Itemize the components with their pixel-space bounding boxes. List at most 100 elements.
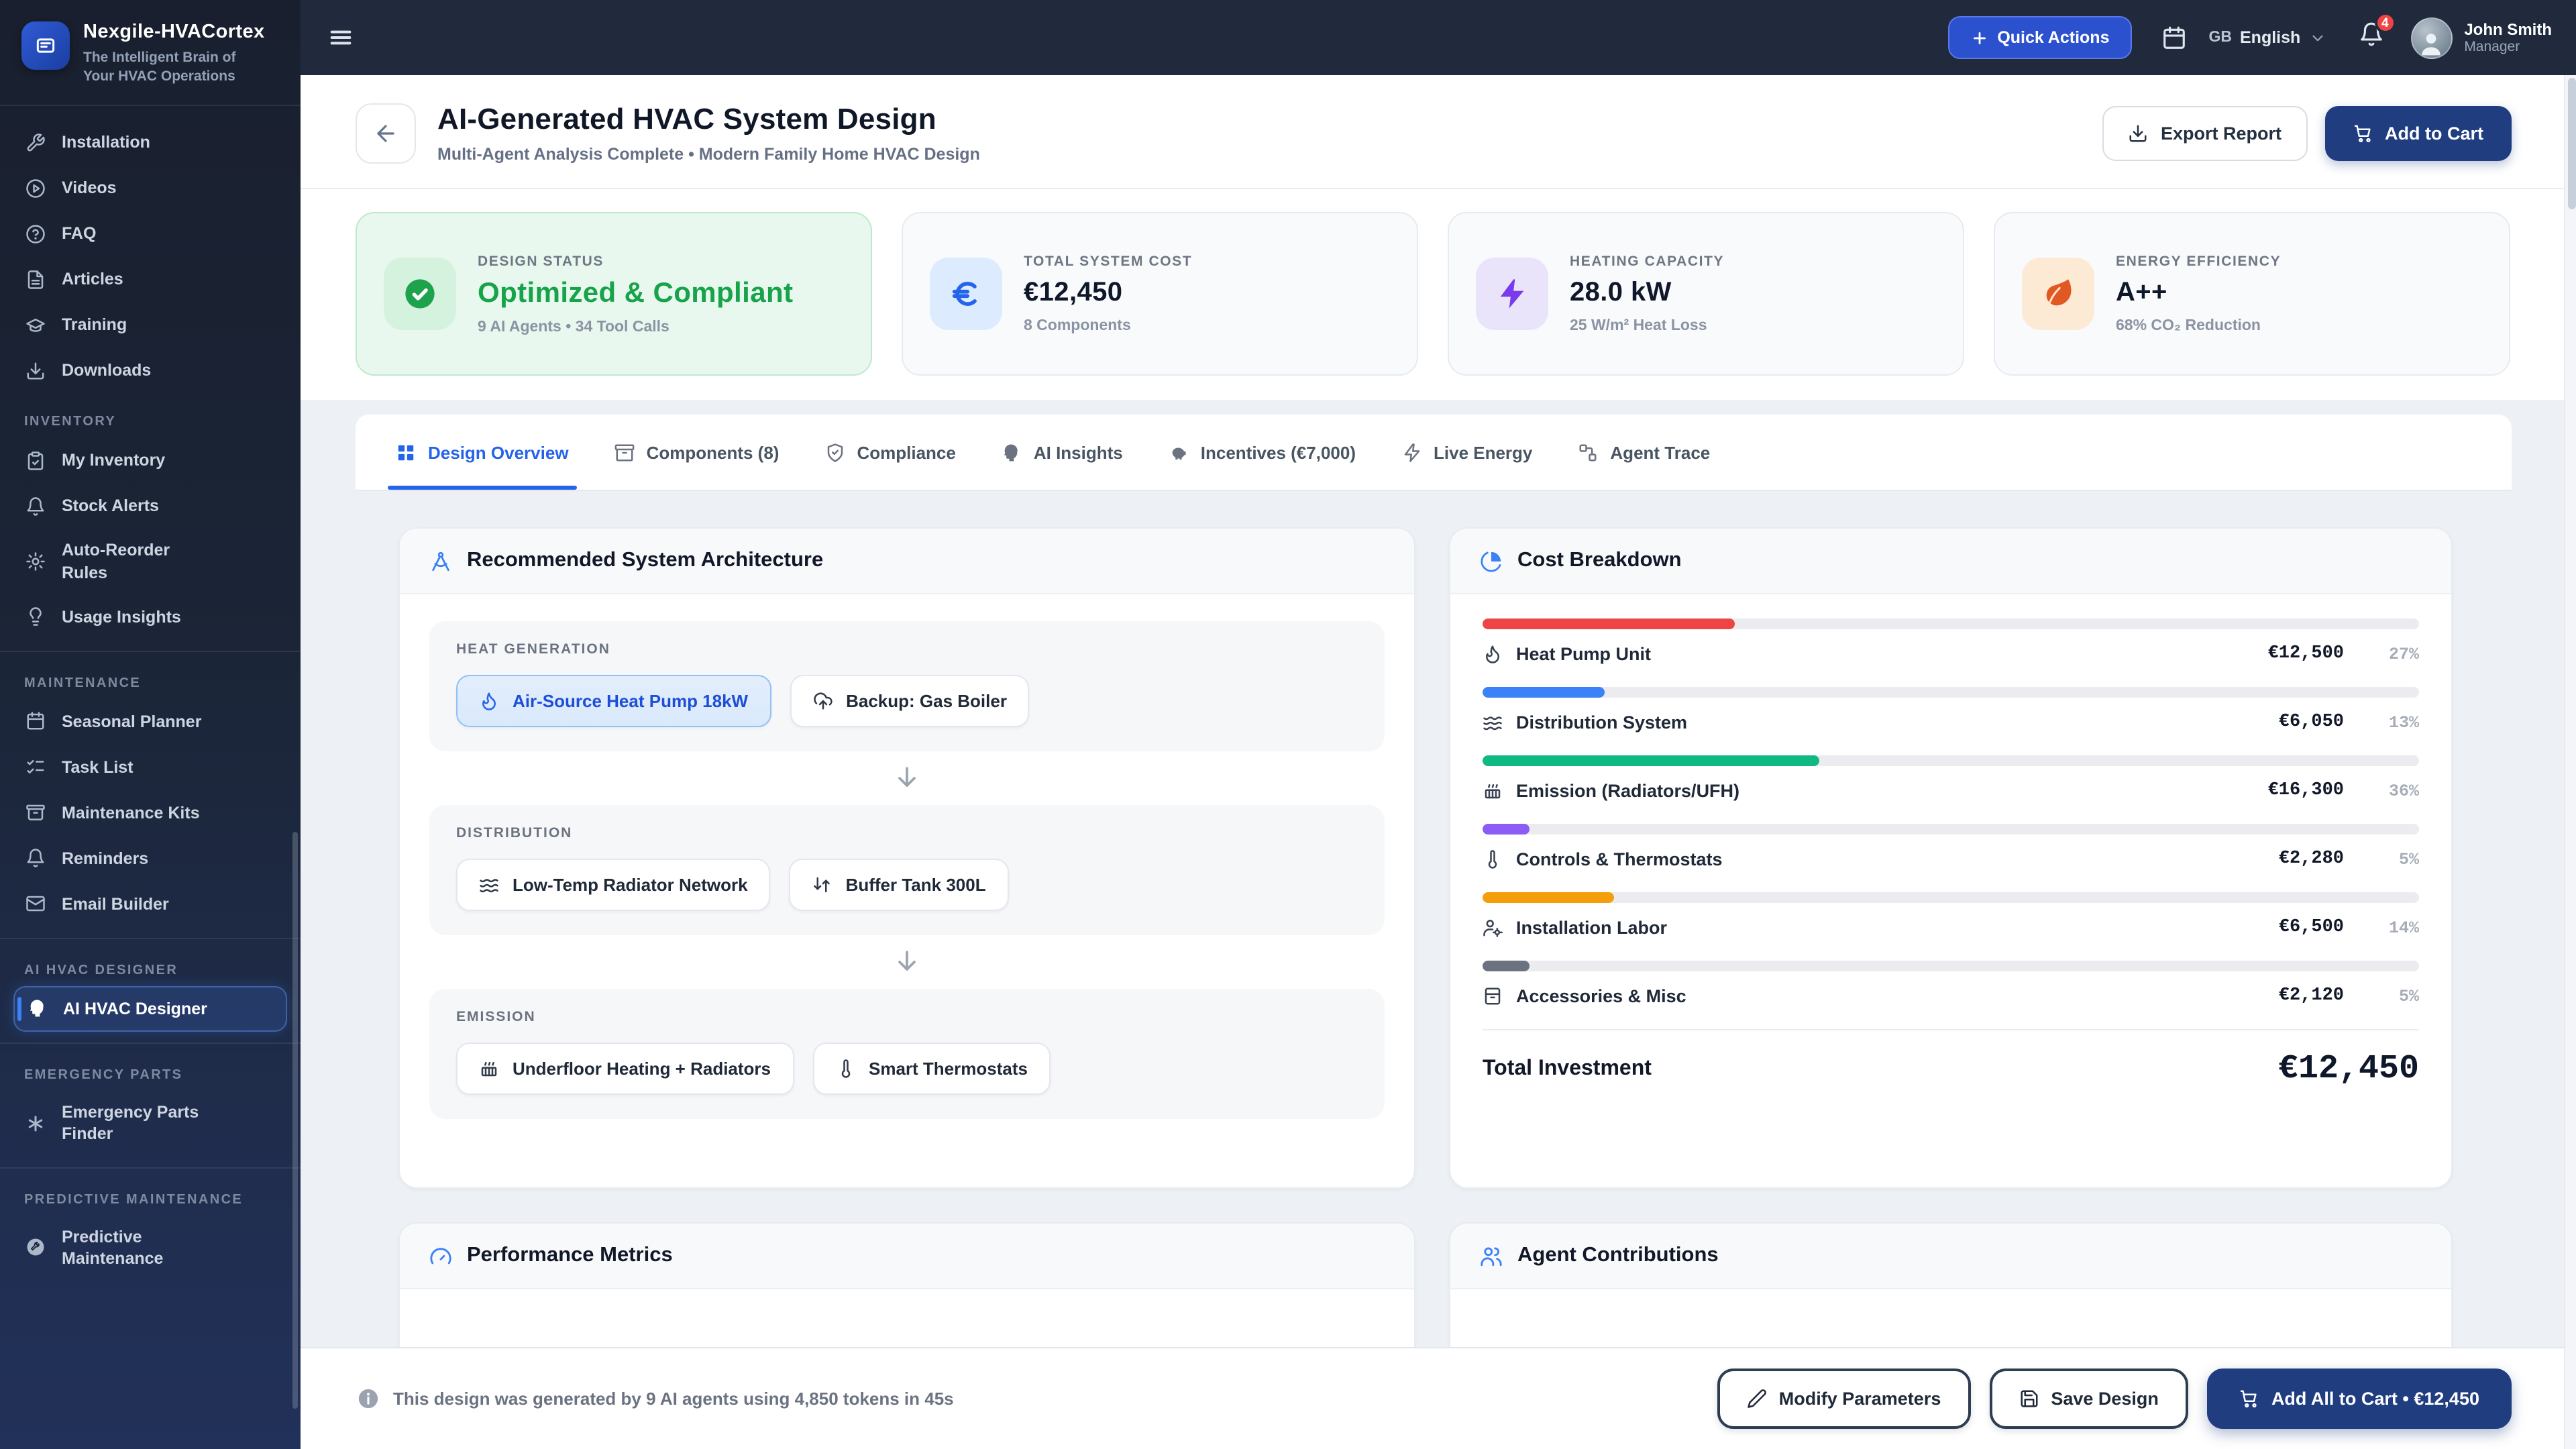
- progress-fill: [1483, 755, 1820, 766]
- sidebar-item-my-inventory[interactable]: My Inventory: [13, 438, 287, 484]
- page-scrollbar[interactable]: [2564, 75, 2576, 1449]
- chip-underfloor-heating-radiators[interactable]: Underfloor Heating + Radiators: [456, 1042, 794, 1095]
- sidebar-item-downloads[interactable]: Downloads: [13, 348, 287, 394]
- progress-track: [1483, 619, 2419, 629]
- box-icon: [24, 803, 46, 823]
- avatar: [2410, 17, 2452, 58]
- sidebar-item-faq[interactable]: FAQ: [13, 211, 287, 257]
- users-icon: [1480, 1244, 1503, 1267]
- sidebar-item-stock-alerts[interactable]: Stock Alerts: [13, 484, 287, 529]
- cart-icon: [2353, 123, 2373, 143]
- divider: [0, 1042, 301, 1044]
- tab-agent-trace[interactable]: Agent Trace: [1578, 415, 1710, 490]
- export-report-button[interactable]: Export Report: [2103, 105, 2307, 160]
- leaf-icon: [2022, 258, 2094, 330]
- pie-chart-icon: [1480, 549, 1503, 572]
- sidebar-item-auto-reorder-rules[interactable]: Auto-Reorder Rules: [13, 529, 287, 594]
- checklist-icon: [24, 757, 46, 777]
- save-design-button[interactable]: Save Design: [1989, 1368, 2188, 1429]
- cost-row-labor: Installation Labor€6,50014%: [1483, 892, 2419, 938]
- modify-parameters-button[interactable]: Modify Parameters: [1717, 1368, 1971, 1429]
- sidebar-scrollbar[interactable]: [292, 832, 298, 1409]
- cart-icon: [2239, 1389, 2259, 1409]
- stat-card-energy-efficiency: ENERGY EFFICIENCY A++ 68% CO₂ Reduction: [1994, 212, 2510, 376]
- tab-ai-insights[interactable]: AI Insights: [1002, 415, 1123, 490]
- save-icon: [2019, 1389, 2039, 1409]
- sidebar-item-videos[interactable]: Videos: [13, 166, 287, 211]
- chip-smart-thermostats[interactable]: Smart Thermostats: [812, 1042, 1051, 1095]
- plus-icon: [1970, 29, 1988, 46]
- tab-design-overview[interactable]: Design Overview: [396, 415, 569, 490]
- sidebar-item-maintenance-kits[interactable]: Maintenance Kits: [13, 790, 287, 836]
- sidebar-section-maintenance: MAINTENANCE Seasonal Planner Task List M…: [0, 663, 301, 935]
- sidebar-item-installation[interactable]: Installation: [13, 120, 287, 166]
- app: Nexgile-HVACortex The Intelligent Brain …: [0, 0, 2576, 1449]
- sidebar: Nexgile-HVACortex The Intelligent Brain …: [0, 0, 301, 1449]
- chip-air-source-heat-pump[interactable]: Air-Source Heat Pump 18kW: [456, 675, 771, 727]
- scrollbar-thumb[interactable]: [2567, 78, 2575, 209]
- sidebar-item-email-builder[interactable]: Email Builder: [13, 881, 287, 927]
- cost-row-heat-pump: Heat Pump Unit€12,50027%: [1483, 619, 2419, 664]
- menu-icon[interactable]: [319, 16, 362, 59]
- tab-live-energy[interactable]: Live Energy: [1401, 415, 1532, 490]
- euro-icon: [930, 258, 1002, 330]
- progress-track: [1483, 687, 2419, 698]
- notification-badge: 4: [2374, 12, 2396, 34]
- sidebar-section-predictive: PREDICTIVE MAINTENANCE Predictive Mainte…: [0, 1179, 301, 1288]
- sidebar-item-usage-insights[interactable]: Usage Insights: [13, 594, 287, 640]
- ai-head-icon: [1002, 442, 1022, 462]
- language-selector[interactable]: GB English: [2209, 28, 2326, 47]
- cost-breakdown-card: Cost Breakdown Heat Pump Unit€12,50027% …: [1449, 527, 2453, 1189]
- user-role: Manager: [2464, 39, 2552, 55]
- cost-row-emission: Emission (Radiators/UFH)€16,30036%: [1483, 755, 2419, 801]
- graduation-cap-icon: [24, 315, 46, 335]
- total-investment-row: Total Investment €12,450: [1483, 1049, 2419, 1088]
- tab-compliance[interactable]: Compliance: [824, 415, 955, 490]
- divider: [0, 105, 301, 107]
- sidebar-item-training[interactable]: Training: [13, 303, 287, 348]
- arch-section-heat-generation: HEAT GENERATION Air-Source Heat Pump 18k…: [429, 621, 1385, 751]
- notifications-button[interactable]: 4: [2358, 21, 2383, 54]
- chip-low-temp-radiator-network[interactable]: Low-Temp Radiator Network: [456, 859, 771, 911]
- user-name: John Smith: [2464, 20, 2552, 40]
- clipboard-check-icon: [24, 451, 46, 471]
- add-to-cart-button[interactable]: Add to Cart: [2324, 105, 2512, 160]
- play-circle-icon: [24, 178, 46, 199]
- page-subtitle: Multi-Agent Analysis Complete • Modern F…: [437, 145, 980, 164]
- waves-icon: [479, 875, 499, 895]
- section-title: AI HVAC DESIGNER: [13, 953, 287, 986]
- shield-check-icon: [824, 442, 845, 462]
- sidebar-item-predictive-maintenance[interactable]: Predictive Maintenance: [13, 1215, 287, 1280]
- sidebar-item-task-list[interactable]: Task List: [13, 745, 287, 790]
- chip-backup-gas-boiler[interactable]: Backup: Gas Boiler: [790, 675, 1030, 727]
- sidebar-item-articles[interactable]: Articles: [13, 257, 287, 303]
- workflow-icon: [1578, 442, 1598, 462]
- quick-actions-button[interactable]: Quick Actions: [1947, 16, 2132, 59]
- flow-arrow-down-icon: [429, 947, 1385, 977]
- progress-track: [1483, 755, 2419, 766]
- architecture-card: Recommended System Architecture HEAT GEN…: [398, 527, 1415, 1189]
- page-header: AI-Generated HVAC System Design Multi-Ag…: [301, 75, 2576, 189]
- stat-card-design-status: DESIGN STATUS Optimized & Compliant 9 AI…: [356, 212, 872, 376]
- calendar-icon[interactable]: [2162, 25, 2188, 50]
- arrow-left-icon: [373, 120, 398, 146]
- section-title: MAINTENANCE: [13, 665, 287, 699]
- tab-components[interactable]: Components (8): [614, 415, 780, 490]
- sidebar-item-emergency-parts-finder[interactable]: Emergency Parts Finder: [13, 1091, 287, 1156]
- back-button[interactable]: [356, 103, 416, 163]
- section-title: EMERGENCY PARTS: [13, 1057, 287, 1091]
- tab-bar: Design Overview Components (8) Complianc…: [356, 415, 2512, 491]
- add-all-to-cart-button[interactable]: Add All to Cart • €12,450: [2207, 1368, 2512, 1429]
- bolt-icon: [1476, 258, 1548, 330]
- architecture-card-header: Recommended System Architecture: [400, 529, 1414, 594]
- pencil-icon: [1747, 1389, 1767, 1409]
- agent-contributions-header: Agent Contributions: [1450, 1224, 2451, 1289]
- waves-icon: [1483, 712, 1503, 733]
- user-menu[interactable]: John Smith Manager: [2410, 17, 2552, 58]
- sidebar-item-ai-hvac-designer[interactable]: AI HVAC Designer: [13, 986, 287, 1032]
- chip-buffer-tank[interactable]: Buffer Tank 300L: [790, 859, 1009, 911]
- download-icon: [24, 361, 46, 381]
- tab-incentives[interactable]: Incentives (€7,000): [1169, 415, 1356, 490]
- sidebar-item-reminders[interactable]: Reminders: [13, 836, 287, 881]
- sidebar-item-seasonal-planner[interactable]: Seasonal Planner: [13, 699, 287, 745]
